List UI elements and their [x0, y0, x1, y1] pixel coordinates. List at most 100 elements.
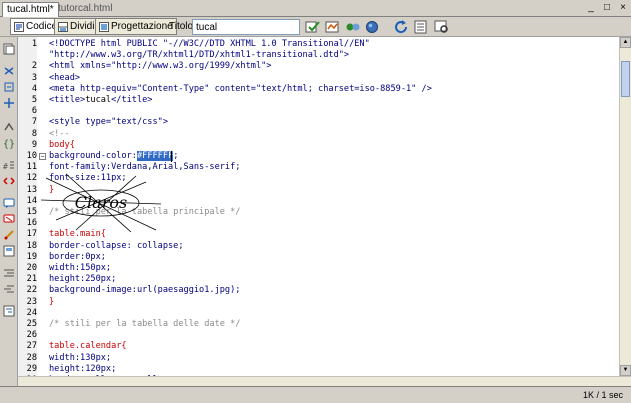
line-number: 9 — [31, 139, 37, 150]
code-line[interactable]: 24 — [18, 308, 619, 319]
line-numbers-icon[interactable]: # — [3, 159, 15, 171]
tab-tutorcal[interactable]: tutorcal.html — [54, 2, 116, 17]
format-source-icon[interactable] — [3, 305, 15, 317]
text-cursor — [171, 151, 172, 162]
code-text: <html xmlns="http://www.w3.org/1999/xhtm… — [49, 61, 271, 72]
scroll-down-arrow-icon[interactable]: ▼ — [620, 365, 631, 376]
tab-tucal[interactable]: tucal.html* — [2, 2, 59, 17]
code-token: <!DOCTYPE html PUBLIC "-//W3C//DTD XHTML… — [49, 39, 370, 49]
code-line[interactable]: 27 table.calendar{ — [18, 341, 619, 352]
view-options-icon[interactable] — [413, 19, 431, 35]
code-line[interactable]: 4 <meta http-equiv="Content-Type" content… — [18, 84, 619, 95]
code-text: height:250px; — [49, 274, 116, 285]
line-number: 23 — [26, 296, 37, 307]
code-line[interactable]: "http://www.w3.org/TR/xhtml1/DTD/xhtml1-… — [18, 50, 619, 61]
code-token: body{ — [49, 139, 75, 150]
code-line[interactable]: 22 background-image:url(paesaggio1.jpg); — [18, 285, 619, 296]
code-line[interactable]: 28 width:130px; — [18, 353, 619, 364]
design-view-icon — [99, 21, 109, 32]
horizontal-scrollbar[interactable] — [18, 376, 631, 386]
collapse-selection-icon[interactable] — [3, 81, 15, 93]
code-line[interactable]: 25 /* stili per la tabella delle date */ — [18, 319, 619, 330]
code-line[interactable]: 9 body{ — [18, 140, 619, 151]
code-text: <meta http-equiv="Content-Type" content=… — [49, 84, 432, 95]
document-tab-strip: tucal.html* tutorcal.html _ □ × — [0, 0, 631, 17]
split-view-button[interactable]: Dividi — [54, 18, 99, 35]
line-number: 24 — [26, 307, 37, 318]
title-input[interactable] — [192, 19, 300, 35]
scroll-thumb[interactable] — [621, 61, 630, 97]
remove-comment-icon[interactable] — [3, 213, 15, 225]
code-token: } — [49, 296, 55, 307]
code-line[interactable]: 29 height:120px; — [18, 364, 619, 375]
code-line[interactable]: 21 height:250px; — [18, 274, 619, 285]
line-number: 5 — [31, 95, 37, 105]
line-number: 28 — [26, 352, 37, 363]
restore-button[interactable]: □ — [602, 2, 612, 14]
code-text: width:130px; — [49, 353, 111, 364]
apply-comment-icon[interactable] — [3, 197, 15, 209]
code-line[interactable]: 7 <style type="text/css"> — [18, 117, 619, 128]
code-line[interactable]: 2 <html xmlns="http://www.w3.org/1999/xht… — [18, 61, 619, 72]
code-token: ; — [173, 151, 179, 161]
highlight-invalid-code-icon[interactable] — [3, 175, 15, 187]
minimize-button[interactable]: _ — [586, 2, 596, 14]
line-number: 22 — [26, 285, 37, 296]
close-button[interactable]: × — [618, 2, 628, 14]
code-token: <meta http-equiv="Content-Type" content=… — [49, 83, 432, 94]
code-text: border-collapse: collapse; — [49, 241, 184, 252]
open-documents-icon[interactable] — [3, 43, 15, 55]
line-number: 20 — [26, 263, 37, 273]
code-text: <!DOCTYPE html PUBLIC "-//W3C//DTD XHTML… — [49, 39, 370, 50]
outdent-code-icon[interactable] — [3, 283, 15, 295]
code-line[interactable]: 6 — [18, 106, 619, 117]
design-view-button[interactable]: Progettazione — [95, 18, 177, 35]
code-line[interactable]: 26 — [18, 330, 619, 341]
code-line[interactable]: 1 <!DOCTYPE html PUBLIC "-//W3C//DTD XHTM… — [18, 39, 619, 50]
file-management-icon[interactable] — [304, 19, 322, 35]
code-line[interactable]: 19 border:0px; — [18, 252, 619, 263]
code-token: tucal — [85, 95, 112, 105]
fold-toggle-icon[interactable]: − — [39, 153, 46, 160]
code-text: border:0px; — [49, 252, 106, 263]
balance-braces-icon[interactable]: {} — [3, 137, 15, 149]
code-token: width:150px; — [49, 263, 112, 273]
code-text: } — [49, 297, 54, 308]
expand-all-icon[interactable] — [3, 97, 15, 109]
split-view-icon — [58, 21, 68, 32]
collapse-tag-icon[interactable] — [3, 65, 15, 77]
code-line[interactable]: 10− background-color:#FFFFFF; — [18, 151, 619, 162]
code-text: background-image:url(paesaggio1.jpg); — [49, 285, 240, 296]
document-toolbar: Codice Dividi Progettazione Titolo: — [0, 17, 631, 37]
code-line[interactable]: 8 <!-- — [18, 129, 619, 140]
line-number: 10 — [26, 151, 37, 161]
line-number: 3 — [31, 72, 37, 83]
line-number: 29 — [26, 363, 37, 374]
select-parent-tag-icon[interactable] — [3, 121, 15, 133]
line-number: 1 — [31, 39, 37, 49]
code-token: <title> — [49, 95, 86, 105]
code-line[interactable]: 20 width:150px; — [18, 263, 619, 274]
line-number: 12 — [26, 173, 37, 184]
recent-snippets-icon[interactable] — [3, 245, 15, 257]
code-line[interactable]: 18 border-collapse: collapse; — [18, 241, 619, 252]
line-number: 2 — [31, 61, 37, 72]
code-token: border:0px; — [49, 251, 106, 262]
code-token: height:120px; — [49, 363, 117, 374]
code-line[interactable]: 3 <head> — [18, 73, 619, 84]
line-number: 25 — [26, 319, 37, 329]
wrap-tag-icon[interactable] — [3, 229, 15, 241]
refresh-icon[interactable] — [393, 19, 411, 35]
indent-code-icon[interactable] — [3, 267, 15, 279]
check-browser-icon[interactable] — [364, 19, 382, 35]
svg-text:{}: {} — [3, 139, 15, 149]
code-text: <!-- — [49, 129, 70, 140]
scroll-up-arrow-icon[interactable]: ▲ — [620, 37, 631, 48]
vertical-scrollbar[interactable]: ▲ ▼ — [619, 37, 631, 376]
code-line[interactable]: 23} — [18, 297, 619, 308]
visual-aids-icon[interactable] — [433, 19, 451, 35]
code-line[interactable]: 5 <title>tucal</title> — [18, 95, 619, 106]
preview-browser-icon[interactable] — [324, 19, 342, 35]
code-text: background-color:#FFFFFF; — [49, 151, 178, 162]
debug-icon[interactable] — [344, 19, 362, 35]
